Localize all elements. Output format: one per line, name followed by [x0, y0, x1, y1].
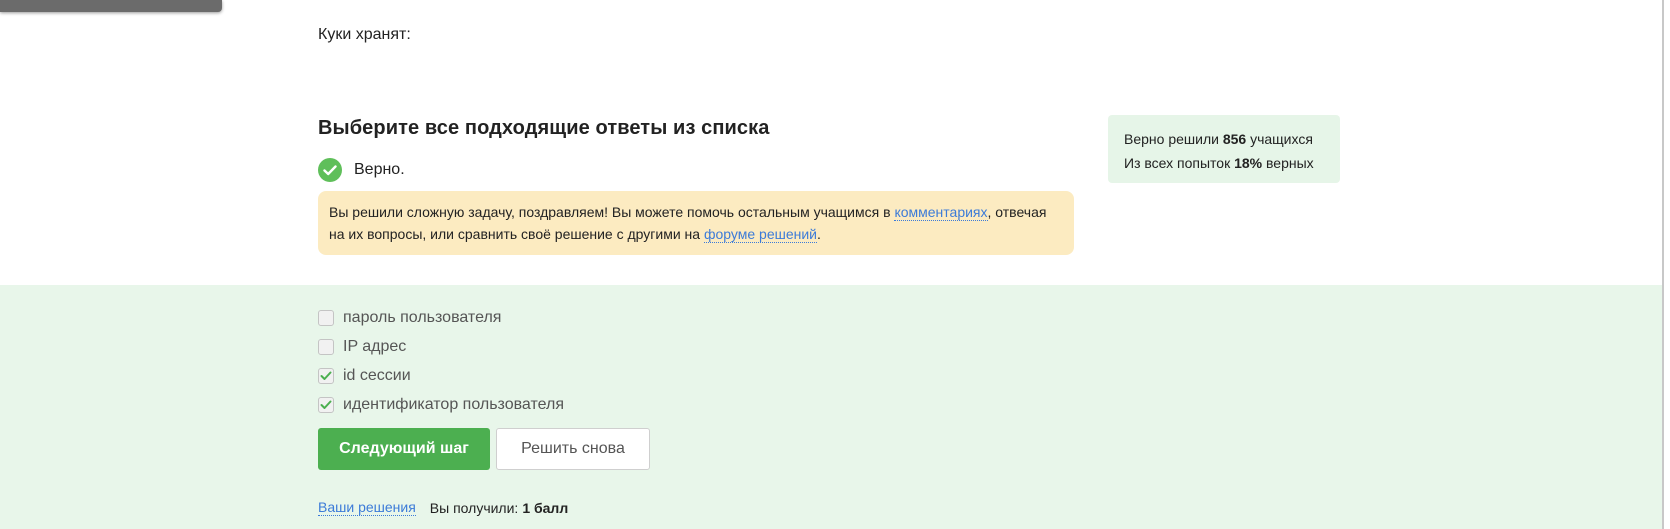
instruction-title: Выберите все подходящие ответы из списка — [318, 117, 770, 139]
footer-row: Ваши решения Вы получили: 1 балл — [318, 499, 568, 516]
checkmark-icon — [320, 371, 332, 380]
stats-correct-percent: 18% — [1234, 155, 1263, 171]
option-checkbox[interactable] — [318, 396, 334, 413]
option-label: пароль пользователя — [343, 308, 502, 326]
score-value: 1 балл — [522, 499, 569, 516]
check-circle-icon — [318, 158, 342, 182]
answer-panel — [0, 285, 1662, 529]
next-step-button[interactable]: Следующий шаг — [318, 428, 490, 470]
option-item[interactable]: идентификатор пользователя — [318, 390, 564, 419]
score-label: Вы получили: — [429, 499, 519, 516]
window-overlay-edge — [0, 0, 222, 12]
question-text: Куки хранят: — [318, 26, 411, 43]
stats-box: Верно решили 856 учащихся Из всех попыто… — [1108, 115, 1340, 183]
congrats-notice: Вы решили сложную задачу, поздравляем! В… — [318, 191, 1074, 255]
option-item[interactable]: id сессии — [318, 361, 564, 390]
option-checkbox[interactable] — [318, 338, 334, 355]
stats-solved-prefix: Верно решили — [1124, 131, 1223, 147]
congrats-text-1: Вы решили сложную задачу, поздравляем! В… — [329, 204, 895, 220]
option-label: IP адрес — [343, 337, 407, 355]
option-checkbox[interactable] — [318, 309, 334, 326]
stats-solved-line: Верно решили 856 учащихся — [1124, 127, 1324, 151]
stats-solved-count: 856 — [1222, 131, 1247, 147]
retry-button[interactable]: Решить снова — [496, 428, 650, 470]
option-item[interactable]: IP адрес — [318, 332, 564, 361]
comments-link[interactable]: комментариях — [894, 204, 988, 221]
checkmark-icon — [320, 400, 332, 409]
stats-solved-suffix: учащихся — [1246, 131, 1313, 147]
status-text: Верно. — [354, 161, 405, 178]
status-row: Верно. — [318, 158, 405, 182]
option-label: идентификатор пользователя — [343, 395, 564, 413]
your-solutions-link[interactable]: Ваши решения — [318, 499, 416, 516]
scrollbar-edge — [1662, 0, 1664, 529]
stats-attempts-line: Из всех попыток 18% верных — [1124, 151, 1324, 175]
options-list: пароль пользователя IP адрес id сессии и… — [318, 303, 564, 419]
option-label: id сессии — [343, 366, 411, 384]
congrats-text-3: . — [817, 226, 821, 242]
stats-attempts-suffix: верных — [1262, 155, 1314, 171]
option-checkbox[interactable] — [318, 367, 334, 384]
option-item[interactable]: пароль пользователя — [318, 303, 564, 332]
stats-attempts-prefix: Из всех попыток — [1124, 155, 1235, 171]
solutions-forum-link[interactable]: форуме решений — [703, 226, 817, 243]
